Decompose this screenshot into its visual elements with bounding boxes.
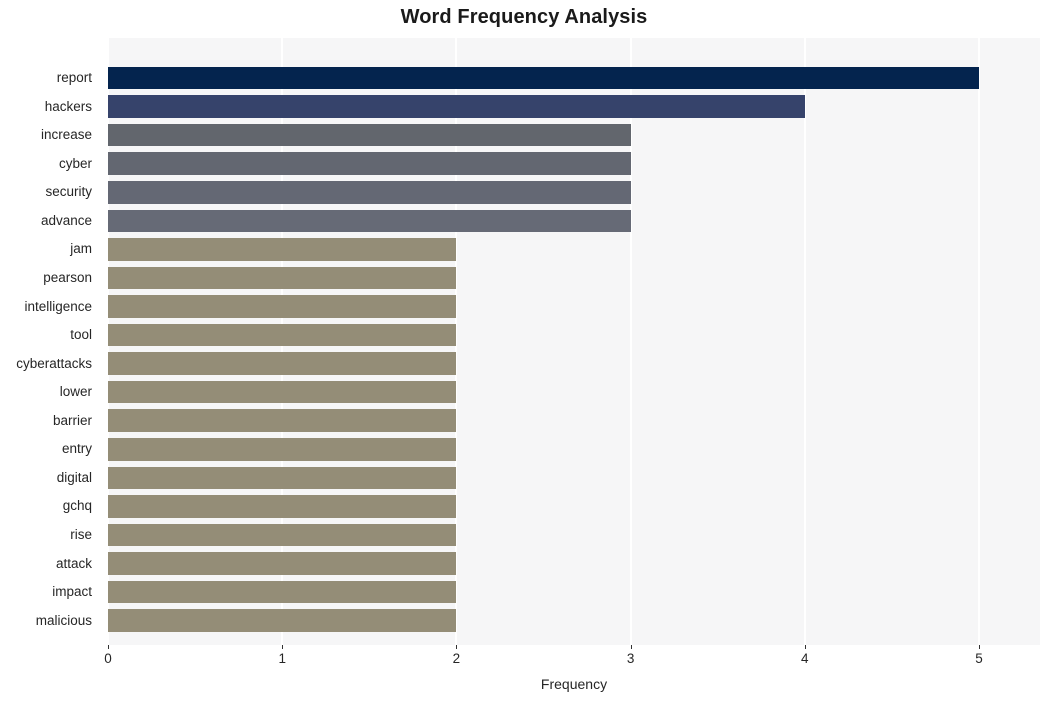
x-tick-label-5: 5 — [975, 651, 983, 666]
bar-row — [108, 464, 1040, 493]
bar-row — [108, 121, 1040, 150]
y-tick-label-cyber: cyber — [58, 155, 92, 171]
bar-row — [108, 149, 1040, 178]
y-tick-label-tool: tool — [70, 327, 92, 343]
bar-digital[interactable] — [108, 466, 457, 490]
page-title: Word Frequency Analysis — [400, 6, 648, 28]
bar-row — [108, 492, 1040, 521]
bar-malicious[interactable] — [108, 609, 457, 632]
bar-cyber[interactable] — [108, 152, 631, 175]
plot-area — [108, 38, 1040, 645]
x-tick-mark-3 — [630, 645, 632, 649]
bar-row — [108, 378, 1040, 407]
bar-entry[interactable] — [108, 438, 457, 461]
y-tick-label-advance: advance — [40, 212, 92, 228]
bar-series — [108, 38, 1040, 645]
bar-gchq[interactable] — [108, 495, 457, 518]
x-tick-mark-0 — [108, 645, 109, 649]
y-axis-tick-labels: report hackers increase cyber security advanc… — [0, 38, 100, 645]
bar-row — [108, 406, 1040, 435]
x-tick-mark-2 — [456, 645, 458, 649]
bar-cyberattacks[interactable] — [108, 352, 457, 375]
bar-lower[interactable] — [108, 380, 457, 404]
bar-barrier[interactable] — [108, 409, 457, 433]
y-tick-label-report: report — [56, 69, 92, 85]
y-tick-label-security: security — [45, 184, 92, 200]
y-tick-label-cyberattacks: cyberattacks — [16, 355, 92, 371]
bar-tool[interactable] — [108, 323, 457, 347]
y-tick-label-malicious: malicious — [35, 612, 92, 628]
y-tick-label-hackers: hackers — [44, 98, 92, 114]
bar-row — [108, 92, 1040, 121]
bar-row — [108, 292, 1040, 321]
bar-report[interactable] — [108, 66, 980, 90]
bar-row — [108, 64, 1040, 93]
bar-row — [108, 264, 1040, 293]
x-tick-mark-4 — [804, 645, 806, 649]
y-tick-label-rise: rise — [70, 527, 92, 543]
x-tick-label-2: 2 — [452, 651, 461, 666]
y-tick-label-jam: jam — [70, 241, 92, 257]
bar-row — [108, 606, 1040, 635]
bar-row — [108, 178, 1040, 207]
y-tick-label-lower: lower — [59, 384, 92, 400]
bar-impact[interactable] — [108, 580, 457, 604]
bar-row — [108, 578, 1040, 607]
x-tick-label-0: 0 — [104, 651, 112, 666]
y-tick-label-barrier: barrier — [52, 412, 92, 428]
bar-rise[interactable] — [108, 523, 457, 547]
y-tick-label-increase: increase — [40, 127, 92, 143]
bar-row — [108, 207, 1040, 236]
bar-row — [108, 435, 1040, 464]
bar-row — [108, 321, 1040, 350]
x-tick-label-1: 1 — [278, 651, 286, 666]
bar-hackers[interactable] — [108, 95, 805, 118]
x-tick-label-3: 3 — [626, 651, 635, 666]
y-tick-label-impact: impact — [52, 584, 92, 600]
x-axis-title: Frequency — [540, 676, 608, 692]
bar-attack[interactable] — [108, 552, 457, 575]
chart-figure: Word Frequency Analysis report hackers inc… — [0, 0, 1048, 701]
y-tick-label-gchq: gchq — [62, 498, 92, 514]
bar-increase[interactable] — [108, 123, 631, 147]
x-tick-mark-1 — [282, 645, 284, 649]
bar-intelligence[interactable] — [108, 295, 457, 318]
x-axis: 0 1 2 3 4 5 Frequency — [104, 645, 1040, 701]
bar-row — [108, 549, 1040, 578]
y-tick-label-pearson: pearson — [43, 269, 92, 285]
bar-security[interactable] — [108, 180, 631, 204]
y-tick-label-attack: attack — [55, 555, 92, 571]
bar-row — [108, 349, 1040, 378]
bar-pearson[interactable] — [108, 266, 457, 290]
y-tick-label-intelligence: intelligence — [24, 298, 92, 314]
bar-row — [108, 521, 1040, 550]
y-tick-label-digital: digital — [56, 469, 92, 485]
bar-advance[interactable] — [108, 209, 631, 233]
bar-row — [108, 235, 1040, 264]
x-tick-mark-5 — [979, 645, 981, 649]
y-tick-label-entry: entry — [61, 441, 92, 457]
x-tick-label-4: 4 — [801, 651, 809, 666]
bar-jam[interactable] — [108, 238, 457, 261]
